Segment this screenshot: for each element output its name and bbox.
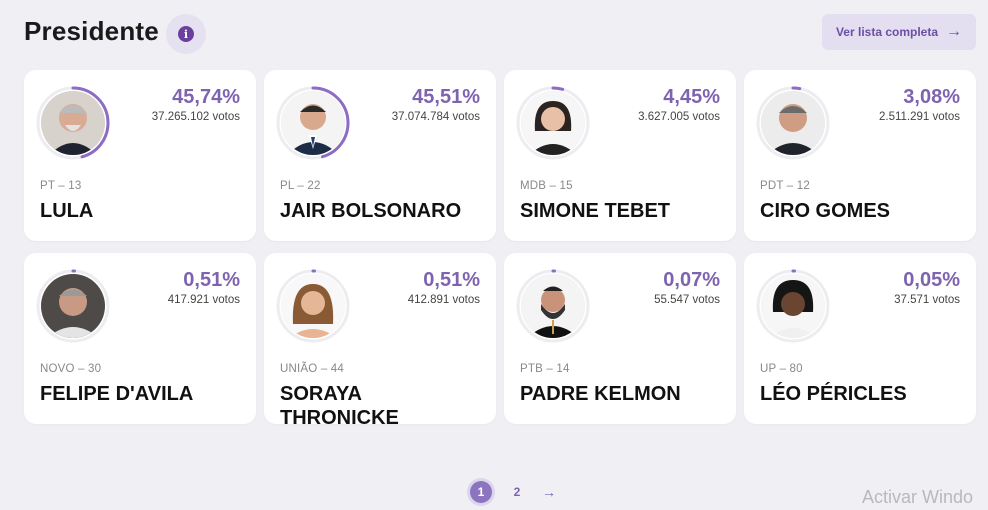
avatar-progress <box>36 86 110 160</box>
avatar-progress <box>276 269 350 343</box>
section-header: Presidente i Ver lista completa → <box>24 14 976 54</box>
vote-count: 2.511.291 votos <box>879 111 960 123</box>
vote-percentage: 45,74% <box>172 86 240 108</box>
candidate-name: SORAYA THRONICKE <box>280 383 399 429</box>
candidate-card[interactable]: 0,07% 55.547 votos PTB – 14 PADRE KELMON <box>504 253 736 424</box>
full-list-label: Ver lista completa <box>835 25 939 39</box>
vote-count: 417.921 votos <box>167 294 240 306</box>
info-button[interactable]: i <box>166 14 206 54</box>
candidate-grid: 45,74% 37.265.102 votos PT – 13 LULA 45,… <box>24 70 976 429</box>
candidate-card[interactable]: 45,51% 37.074.784 votos PL – 22 JAIR BOL… <box>264 70 496 241</box>
candidate-photo <box>281 91 345 155</box>
party-number: MDB – 15 <box>520 180 573 192</box>
vote-count: 37.265.102 votos <box>151 111 240 123</box>
party-number: PDT – 12 <box>760 180 810 192</box>
candidate-name: LÉO PÉRICLES <box>760 383 907 405</box>
vote-percentage: 0,51% <box>423 269 480 291</box>
vote-count: 3.627.005 votos <box>638 111 720 123</box>
vote-count: 412.891 votos <box>407 294 480 306</box>
vote-percentage: 4,45% <box>663 86 720 108</box>
candidate-card[interactable]: 4,45% 3.627.005 votos MDB – 15 SIMONE TE… <box>504 70 736 241</box>
pagination: 1 2 → <box>470 481 556 503</box>
candidate-card[interactable]: 3,08% 2.511.291 votos PDT – 12 CIRO GOME… <box>744 70 976 241</box>
vote-percentage: 0,05% <box>903 269 960 291</box>
candidate-name: JAIR BOLSONARO <box>280 200 462 222</box>
candidate-name: LULA <box>40 200 94 222</box>
avatar-progress <box>36 269 110 343</box>
candidate-photo <box>761 274 825 338</box>
arrow-right-icon: → <box>946 23 963 40</box>
candidate-photo <box>521 91 585 155</box>
party-number: UP – 80 <box>760 363 803 375</box>
candidate-card[interactable]: 0,51% 412.891 votos UNIÃO – 44 SORAYA TH… <box>264 253 496 429</box>
candidate-name: PADRE KELMON <box>520 383 681 405</box>
full-list-button[interactable]: Ver lista completa → <box>822 14 976 50</box>
party-number: PL – 22 <box>280 180 321 192</box>
party-number: UNIÃO – 44 <box>280 363 344 375</box>
party-number: NOVO – 30 <box>40 363 102 375</box>
candidate-card[interactable]: 0,51% 417.921 votos NOVO – 30 FELIPE D'A… <box>24 253 256 424</box>
vote-count: 37.074.784 votos <box>391 111 480 123</box>
candidate-card[interactable]: 45,74% 37.265.102 votos PT – 13 LULA <box>24 70 256 241</box>
info-icon: i <box>178 26 194 42</box>
vote-percentage: 0,51% <box>183 269 240 291</box>
candidate-photo <box>281 274 345 338</box>
avatar-progress <box>756 86 830 160</box>
windows-activation-watermark: Activar Windo <box>862 487 974 507</box>
party-number: PT – 13 <box>40 180 82 192</box>
page-2-button[interactable]: 2 <box>506 481 528 503</box>
party-number: PTB – 14 <box>520 363 570 375</box>
candidate-name: SIMONE TEBET <box>520 200 671 222</box>
candidate-photo <box>761 91 825 155</box>
vote-percentage: 0,07% <box>663 269 720 291</box>
vote-percentage: 45,51% <box>412 86 480 108</box>
avatar-progress <box>276 86 350 160</box>
candidate-photo <box>41 274 105 338</box>
avatar-progress <box>516 269 590 343</box>
candidate-name: CIRO GOMES <box>760 200 891 222</box>
page-title: Presidente <box>24 16 159 46</box>
page-1-button[interactable]: 1 <box>470 481 492 503</box>
vote-count: 37.571 votos <box>894 294 960 306</box>
candidate-name: FELIPE D'AVILA <box>40 383 194 405</box>
candidate-photo <box>521 274 585 338</box>
vote-count: 55.547 votos <box>654 294 720 306</box>
next-page-arrow-icon[interactable]: → <box>542 484 556 500</box>
vote-percentage: 3,08% <box>903 86 960 108</box>
candidate-card[interactable]: 0,05% 37.571 votos UP – 80 LÉO PÉRICLES <box>744 253 976 424</box>
avatar-progress <box>756 269 830 343</box>
candidate-photo <box>41 91 105 155</box>
avatar-progress <box>516 86 590 160</box>
